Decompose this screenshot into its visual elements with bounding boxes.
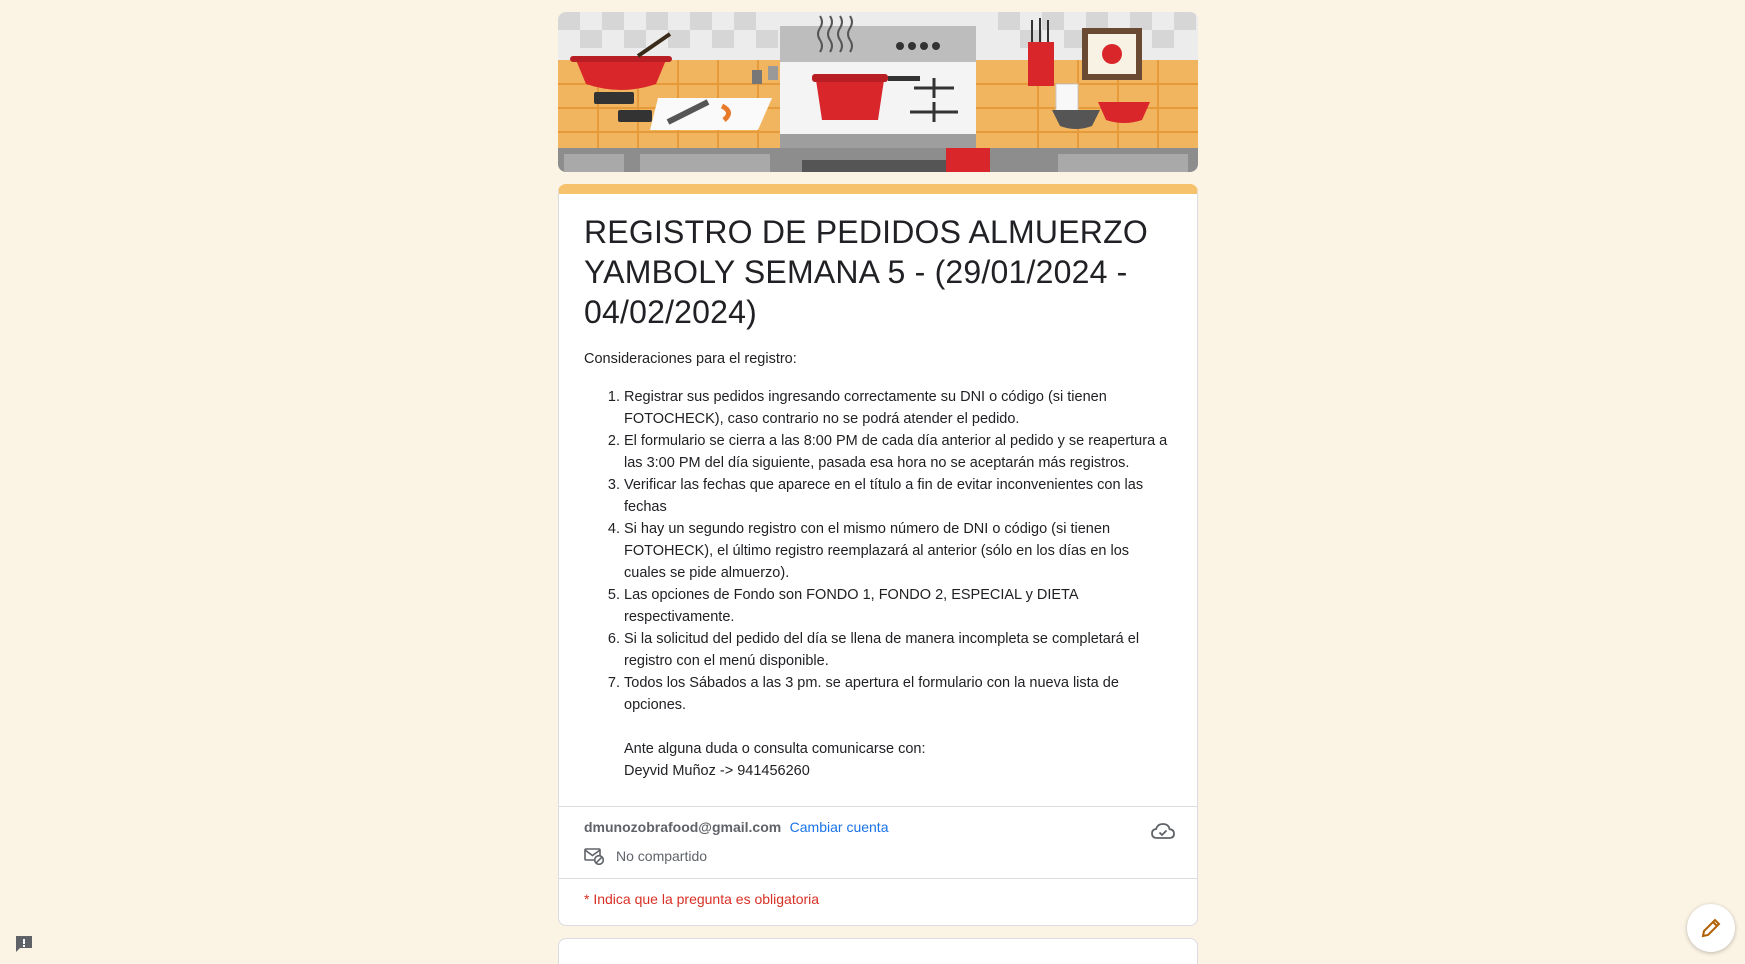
contact-line-1: Ante alguna duda o consulta comunicarse …	[624, 741, 926, 757]
description-intro: Consideraciones para el registro:	[584, 351, 797, 367]
rule-item: Si hay un segundo registro con el mismo …	[624, 518, 1172, 584]
header-banner-image	[558, 12, 1198, 172]
rule-item: El formulario se cierra a las 8:00 PM de…	[624, 430, 1172, 474]
report-icon[interactable]	[14, 934, 34, 954]
account-row: dmunozobrafood@gmail.com Cambiar cuenta …	[559, 806, 1197, 878]
rule-item: Verificar las fechas que aparece en el t…	[624, 474, 1172, 518]
rules-list: Registrar sus pedidos ingresando correct…	[624, 386, 1172, 716]
contact-line-2: Deyvid Muñoz -> 941456260	[624, 763, 810, 779]
sharing-status-label: No compartido	[616, 848, 708, 864]
form-column: REGISTRO DE PEDIDOS ALMUERZO YAMBOLY SEM…	[558, 12, 1198, 964]
edit-form-button[interactable]	[1687, 904, 1735, 952]
contact-info: Ante alguna duda o consulta comunicarse …	[624, 738, 1172, 782]
mail-blocked-icon	[584, 848, 604, 865]
cloud-check-icon[interactable]	[1151, 821, 1175, 841]
rule-item: Las opciones de Fondo son FONDO 1, FONDO…	[624, 584, 1172, 628]
switch-account-link[interactable]: Cambiar cuenta	[790, 819, 889, 835]
form-header-card: REGISTRO DE PEDIDOS ALMUERZO YAMBOLY SEM…	[558, 184, 1198, 926]
pencil-icon	[1701, 918, 1721, 938]
sharing-status: No compartido	[584, 847, 1172, 865]
account-email: dmunozobrafood@gmail.com	[584, 819, 782, 835]
form-description: Consideraciones para el registro: Regist…	[584, 348, 1172, 782]
rule-item: Si la solicitud del pedido del día se ll…	[624, 628, 1172, 672]
rule-item: Todos los Sábados a las 3 pm. se apertur…	[624, 672, 1172, 716]
form-page: REGISTRO DE PEDIDOS ALMUERZO YAMBOLY SEM…	[0, 0, 1745, 964]
required-note: * Indica que la pregunta es obligatoria	[559, 878, 1197, 925]
form-title: REGISTRO DE PEDIDOS ALMUERZO YAMBOLY SEM…	[584, 214, 1148, 330]
question-card	[558, 938, 1198, 964]
rule-item: Registrar sus pedidos ingresando correct…	[624, 386, 1172, 430]
